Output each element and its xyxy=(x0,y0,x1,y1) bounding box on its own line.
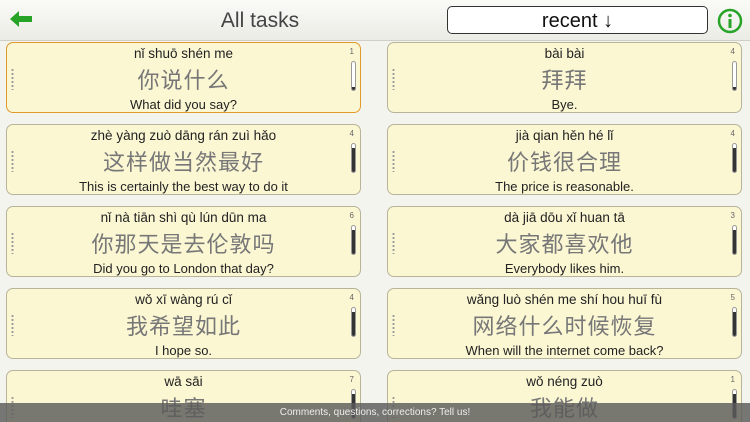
hanzi-text: 大家都喜欢他 xyxy=(495,232,634,257)
page-title: All tasks xyxy=(220,9,300,32)
pinyin-text: wǒ xī wàng rú cǐ xyxy=(135,292,232,307)
info-icon[interactable] xyxy=(717,8,743,34)
pinyin-text: nǐ shuō shén me xyxy=(133,46,234,61)
english-text: The price is reasonable. xyxy=(495,179,634,194)
hanzi-text: 价钱很合理 xyxy=(506,150,622,175)
hanzi-text: 网络什么时候恢复 xyxy=(472,314,657,339)
task-card[interactable]: 1 nǐ shuō shén me 你说什么 What did you say? xyxy=(6,42,361,113)
feedback-bar[interactable]: Comments, questions, corrections? Tell u… xyxy=(0,403,750,422)
hanzi-text: 拜拜 xyxy=(541,68,588,93)
pinyin-text: wā sāi xyxy=(164,374,203,389)
pinyin-text: zhè yàng zuò dāng rán zuì hǎo xyxy=(90,128,277,143)
task-grid: 1 nǐ shuō shén me 你说什么 What did you say? 4 bà… xyxy=(0,40,750,422)
task-card[interactable]: 6 nǐ nà tiān shì qù lún dūn ma 你那天是去伦敦吗 Did… xyxy=(6,206,361,277)
english-text: This is certainly the best way to do it xyxy=(79,179,288,194)
english-text: What did you say? xyxy=(130,97,237,112)
english-text: Bye. xyxy=(551,97,578,112)
pinyin-text: nǐ nà tiān shì qù lún dūn ma xyxy=(100,210,267,225)
task-card[interactable]: 4 jià qian hěn hé lǐ 价钱很合理 The price is rea… xyxy=(387,124,742,195)
english-text: Did you go to London that day? xyxy=(93,261,274,276)
task-card[interactable]: 3 dà jiā dōu xǐ huan tā 大家都喜欢他 Everybody li… xyxy=(387,206,742,277)
task-card[interactable]: 4 zhè yàng zuò dāng rán zuì hǎo 这样做当然最好 Thi… xyxy=(6,124,361,195)
pinyin-text: wǒ néng zuò xyxy=(526,374,603,389)
top-bar: All tasks recent ↓ xyxy=(0,0,750,41)
english-text: When will the internet come back? xyxy=(465,343,664,358)
pinyin-text: jià qian hěn hé lǐ xyxy=(515,128,614,143)
pinyin-text: bài bài xyxy=(544,46,585,61)
pinyin-text: wǎng luò shén me shí hou huī fù xyxy=(466,292,663,307)
task-card[interactable]: 5 wǎng luò shén me shí hou huī fù 网络什么时候恢复… xyxy=(387,288,742,359)
task-card[interactable]: 4 bài bài 拜拜 Bye. xyxy=(387,42,742,113)
english-text: Everybody likes him. xyxy=(504,261,625,276)
sort-selector[interactable]: recent ↓ xyxy=(447,6,708,34)
hanzi-text: 这样做当然最好 xyxy=(102,150,264,175)
english-text: I hope so. xyxy=(154,343,213,358)
back-arrow-icon[interactable] xyxy=(8,8,34,30)
hanzi-text: 你那天是去伦敦吗 xyxy=(91,232,276,257)
hanzi-text: 我希望如此 xyxy=(125,314,241,339)
hanzi-text: 你说什么 xyxy=(137,68,230,93)
pinyin-text: dà jiā dōu xǐ huan tā xyxy=(504,210,625,225)
task-card[interactable]: 4 wǒ xī wàng rú cǐ 我希望如此 I hope so. xyxy=(6,288,361,359)
